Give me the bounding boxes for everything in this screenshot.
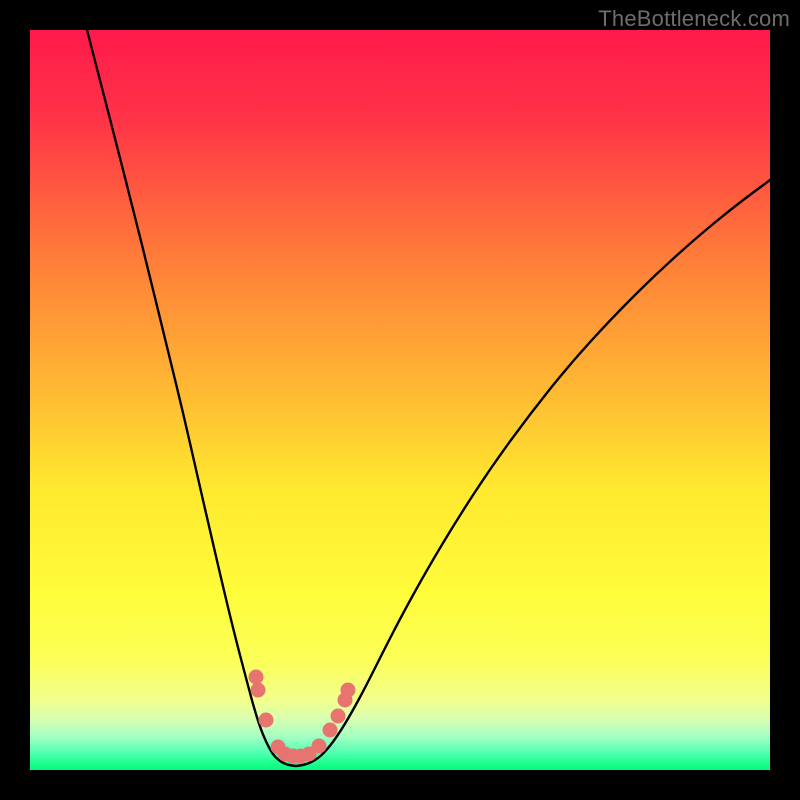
data-marker — [259, 713, 274, 728]
data-marker — [331, 709, 346, 724]
data-marker — [312, 739, 327, 754]
series-left-branch — [87, 30, 296, 766]
data-marker — [251, 683, 266, 698]
chart-frame: TheBottleneck.com — [0, 0, 800, 800]
watermark-text: TheBottleneck.com — [598, 6, 790, 32]
series-right-branch — [296, 180, 770, 766]
data-marker — [341, 683, 356, 698]
data-marker — [323, 723, 338, 738]
data-marker — [249, 670, 264, 685]
curve-layer — [30, 30, 770, 770]
plot-area — [30, 30, 770, 770]
